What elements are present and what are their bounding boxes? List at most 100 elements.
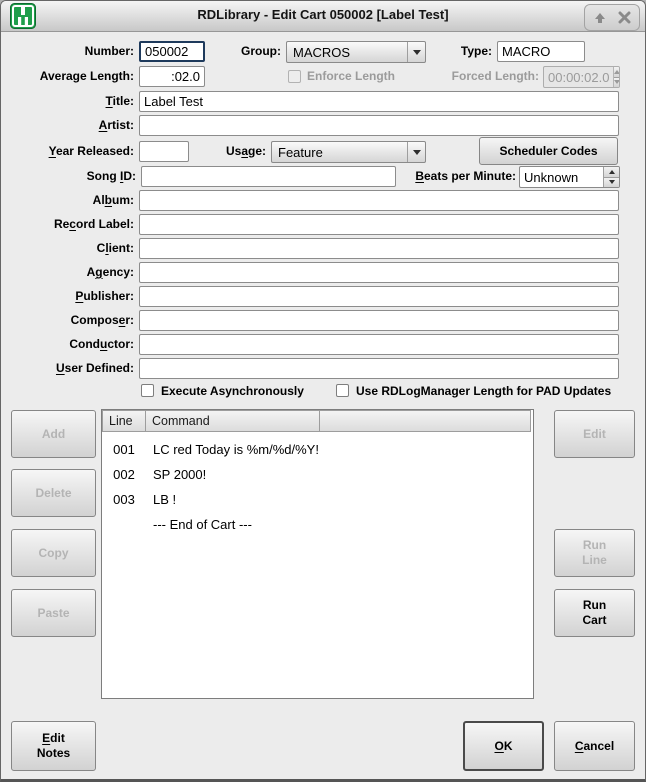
agency-input[interactable]	[139, 262, 619, 283]
cancel-button[interactable]: Cancel	[554, 721, 635, 771]
macro-command-list[interactable]: Line Command 001 LC red Today is %m/%d/%…	[101, 409, 534, 699]
conductor-label: Conductor:	[1, 337, 134, 352]
run-line-button: Run Line	[554, 529, 635, 577]
client-label: Client:	[1, 241, 134, 256]
composer-input[interactable]	[139, 310, 619, 331]
usage-combobox-value: Feature	[272, 145, 407, 160]
spinner-arrows-icon	[613, 67, 620, 87]
beats-per-minute-spinbox[interactable]: Unknown	[519, 166, 620, 188]
macro-list-header: Line Command	[102, 410, 533, 432]
composer-label: Composer:	[1, 313, 134, 328]
cancel-button-label: Cancel	[575, 739, 614, 754]
macro-row[interactable]: 001 LC red Today is %m/%d/%Y!	[102, 437, 533, 462]
rdlibrary-edit-cart-window: RDLibrary - Edit Cart 050002 [Label Test…	[0, 0, 646, 782]
title-input[interactable]	[139, 91, 619, 112]
scheduler-codes-button-label: Scheduler Codes	[499, 144, 597, 159]
window-title: RDLibrary - Edit Cart 050002 [Label Test…	[1, 7, 645, 22]
forced-length-label: Forced Length:	[427, 69, 539, 84]
spinner-arrows-icon[interactable]	[603, 167, 619, 187]
forced-length-spinbox: 00:00:02.0	[543, 66, 620, 88]
type-label: Type:	[421, 44, 492, 59]
client-input[interactable]	[139, 238, 619, 259]
number-label: Number:	[1, 44, 134, 59]
usage-combobox[interactable]: Feature	[271, 141, 426, 163]
ok-button[interactable]: OK	[463, 721, 544, 771]
paste-button-label: Paste	[37, 606, 69, 621]
macro-command-text: LB !	[146, 487, 176, 512]
album-input[interactable]	[139, 190, 619, 211]
forced-length-value: 00:00:02.0	[544, 67, 613, 87]
publisher-label: Publisher:	[1, 289, 134, 304]
user-defined-input[interactable]	[139, 358, 619, 379]
publisher-input[interactable]	[139, 286, 619, 307]
song-id-label: Song ID:	[1, 169, 136, 184]
beats-per-minute-label: Beats per Minute:	[381, 169, 516, 184]
copy-button: Copy	[11, 529, 96, 577]
year-released-input[interactable]	[139, 141, 189, 162]
titlebar[interactable]: RDLibrary - Edit Cart 050002 [Label Test…	[1, 1, 645, 32]
agency-label: Agency:	[1, 265, 134, 280]
scheduler-codes-button[interactable]: Scheduler Codes	[479, 137, 618, 165]
macro-command-text: --- End of Cart ---	[146, 512, 252, 537]
run-line-button-label-1: Run	[583, 538, 606, 553]
column-header-line[interactable]: Line	[102, 410, 146, 432]
chevron-down-icon	[407, 142, 425, 162]
edit-notes-button[interactable]: Edit Notes	[11, 721, 96, 771]
dialog-body: Number: Group: MACROS Type: Average Leng…	[1, 32, 645, 779]
group-label: Group:	[196, 44, 281, 59]
paste-button: Paste	[11, 589, 96, 637]
column-header-blank[interactable]	[320, 410, 531, 432]
delete-button: Delete	[11, 469, 96, 517]
macro-line-number: 002	[102, 462, 146, 487]
run-cart-button[interactable]: Run Cart	[554, 589, 635, 637]
execute-asynchronously-label: Execute Asynchronously	[161, 384, 304, 399]
macro-row-end-of-cart[interactable]: --- End of Cart ---	[102, 512, 533, 537]
average-length-input[interactable]	[139, 66, 205, 87]
execute-asynchronously-checkbox[interactable]	[141, 384, 154, 397]
user-defined-label: User Defined:	[1, 361, 134, 376]
ok-button-label: OK	[494, 739, 512, 754]
run-cart-button-label-1: Run	[583, 598, 606, 613]
edit-notes-button-label-1: Edit	[42, 731, 65, 746]
macro-line-number	[102, 512, 146, 537]
enforce-length-label: Enforce Length	[307, 69, 395, 84]
edit-notes-button-label-2: Notes	[37, 746, 70, 761]
macro-row[interactable]: 003 LB !	[102, 487, 533, 512]
conductor-input[interactable]	[139, 334, 619, 355]
year-released-label: Year Released:	[1, 144, 134, 159]
macro-row[interactable]: 002 SP 2000!	[102, 462, 533, 487]
record-label-label: Record Label:	[1, 217, 134, 232]
add-button: Add	[11, 410, 96, 458]
average-length-label: Average Length:	[1, 69, 134, 84]
song-id-input[interactable]	[141, 166, 396, 187]
edit-button: Edit	[554, 410, 635, 458]
macro-command-text: LC red Today is %m/%d/%Y!	[146, 437, 319, 462]
macro-list-body: 001 LC red Today is %m/%d/%Y! 002 SP 200…	[102, 432, 533, 537]
add-button-label: Add	[42, 427, 65, 442]
macro-line-number: 001	[102, 437, 146, 462]
delete-button-label: Delete	[35, 486, 71, 501]
title-label: Title:	[1, 94, 134, 109]
macro-line-number: 003	[102, 487, 146, 512]
artist-label: Artist:	[1, 118, 134, 133]
pad-updates-checkbox[interactable]	[336, 384, 349, 397]
titlebar-buttons	[584, 4, 640, 31]
shade-window-button[interactable]	[590, 8, 610, 28]
run-line-button-label-2: Line	[582, 553, 607, 568]
usage-label: Usage:	[196, 144, 266, 159]
run-cart-button-label-2: Cart	[582, 613, 606, 628]
enforce-length-checkbox	[288, 70, 301, 83]
beats-per-minute-value: Unknown	[520, 167, 603, 187]
copy-button-label: Copy	[39, 546, 69, 561]
group-combobox-value: MACROS	[287, 45, 407, 60]
macro-command-text: SP 2000!	[146, 462, 206, 487]
group-combobox[interactable]: MACROS	[286, 41, 426, 63]
edit-button-label: Edit	[583, 427, 606, 442]
pad-updates-label: Use RDLogManager Length for PAD Updates	[356, 384, 611, 399]
column-header-command[interactable]: Command	[146, 410, 320, 432]
album-label: Album:	[1, 193, 134, 208]
record-label-input[interactable]	[139, 214, 619, 235]
artist-input[interactable]	[139, 115, 619, 136]
close-window-button[interactable]	[614, 8, 634, 28]
type-input[interactable]	[497, 41, 585, 62]
